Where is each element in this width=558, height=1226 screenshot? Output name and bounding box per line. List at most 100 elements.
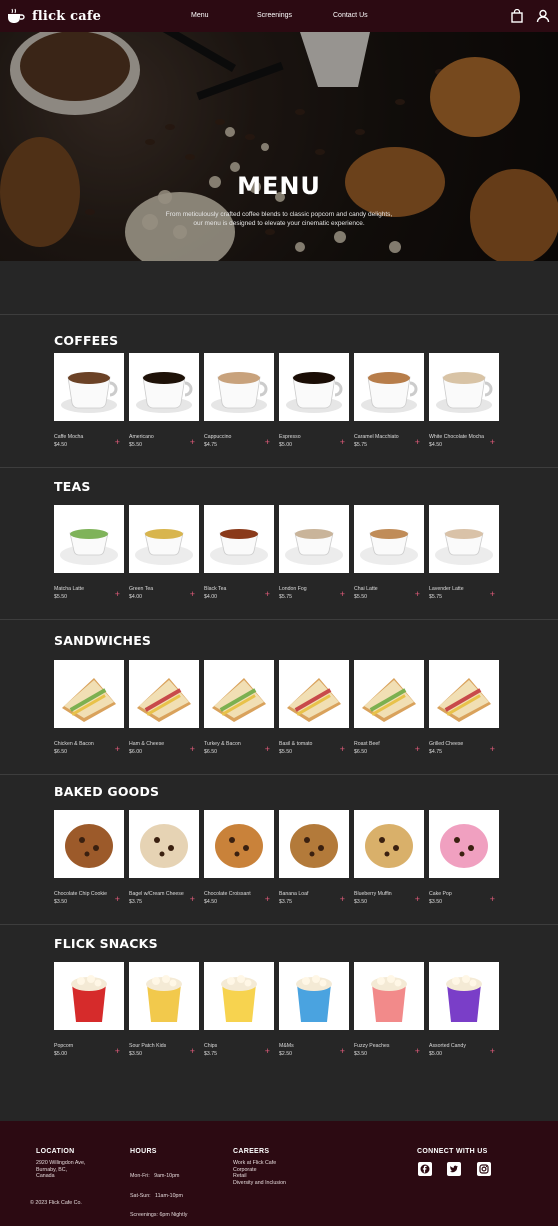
- menu-item-card[interactable]: Caramel Macchiato $5.75 +: [354, 353, 424, 448]
- menu-item-image[interactable]: [129, 505, 199, 573]
- add-to-cart-button[interactable]: +: [265, 895, 270, 904]
- menu-item-image[interactable]: [354, 660, 424, 728]
- add-to-cart-button[interactable]: +: [415, 745, 420, 754]
- twitter-icon[interactable]: [447, 1162, 461, 1176]
- menu-item-card[interactable]: Matcha Latte $5.50 +: [54, 505, 124, 600]
- menu-item-image[interactable]: [354, 962, 424, 1030]
- add-to-cart-button[interactable]: +: [415, 1047, 420, 1056]
- menu-item-image[interactable]: [204, 353, 274, 421]
- add-to-cart-button[interactable]: +: [190, 895, 195, 904]
- footer-careers-link[interactable]: Diversity and Inclusion: [233, 1180, 286, 1187]
- menu-item-card[interactable]: Cappuccino $4.75 +: [204, 353, 274, 448]
- menu-item-image[interactable]: [279, 353, 349, 421]
- brand-logo[interactable]: flick cafe: [6, 8, 101, 24]
- menu-item-card[interactable]: M&Ms $2.50 +: [279, 962, 349, 1057]
- menu-item-image[interactable]: [54, 353, 124, 421]
- add-to-cart-button[interactable]: +: [415, 590, 420, 599]
- menu-item-card[interactable]: Grilled Cheese $4.75 +: [429, 660, 499, 755]
- menu-item-image[interactable]: [129, 962, 199, 1030]
- menu-item-card[interactable]: White Chocolate Mocha $4.50 +: [429, 353, 499, 448]
- menu-item-card[interactable]: Popcorn $5.00 +: [54, 962, 124, 1057]
- add-to-cart-button[interactable]: +: [490, 438, 495, 447]
- menu-item-image[interactable]: [204, 505, 274, 573]
- add-to-cart-button[interactable]: +: [115, 1047, 120, 1056]
- add-to-cart-button[interactable]: +: [340, 438, 345, 447]
- add-to-cart-button[interactable]: +: [265, 745, 270, 754]
- add-to-cart-button[interactable]: +: [265, 1047, 270, 1056]
- menu-item-card[interactable]: Banana Loaf $3.75 +: [279, 810, 349, 905]
- menu-item-card[interactable]: Americano $5.50 +: [129, 353, 199, 448]
- menu-item-card[interactable]: Green Tea $4.00 +: [129, 505, 199, 600]
- menu-item-image[interactable]: [429, 962, 499, 1030]
- add-to-cart-button[interactable]: +: [115, 745, 120, 754]
- menu-item-image[interactable]: [129, 660, 199, 728]
- menu-item-image[interactable]: [279, 962, 349, 1030]
- nav-link-menu[interactable]: Menu: [191, 12, 209, 19]
- menu-item-card[interactable]: Chocolate Chip Cookie $3.50 +: [54, 810, 124, 905]
- add-to-cart-button[interactable]: +: [490, 895, 495, 904]
- add-to-cart-button[interactable]: +: [190, 590, 195, 599]
- menu-item-image[interactable]: [279, 810, 349, 878]
- menu-item-image[interactable]: [279, 660, 349, 728]
- menu-item-card[interactable]: Chai Latte $5.50 +: [354, 505, 424, 600]
- menu-item-card[interactable]: Bagel w/Cream Cheese $3.75 +: [129, 810, 199, 905]
- add-to-cart-button[interactable]: +: [115, 438, 120, 447]
- menu-item-card[interactable]: Chicken & Bacon $6.50 +: [54, 660, 124, 755]
- add-to-cart-button[interactable]: +: [115, 895, 120, 904]
- add-to-cart-button[interactable]: +: [265, 590, 270, 599]
- menu-item-image[interactable]: [429, 505, 499, 573]
- instagram-icon[interactable]: [477, 1162, 491, 1176]
- menu-item-image[interactable]: [354, 810, 424, 878]
- menu-item-image[interactable]: [354, 505, 424, 573]
- add-to-cart-button[interactable]: +: [490, 1047, 495, 1056]
- menu-item-image[interactable]: [54, 962, 124, 1030]
- menu-item-card[interactable]: Assorted Candy $5.00 +: [429, 962, 499, 1057]
- menu-item-image[interactable]: [204, 810, 274, 878]
- menu-item-image[interactable]: [429, 660, 499, 728]
- add-to-cart-button[interactable]: +: [415, 438, 420, 447]
- add-to-cart-button[interactable]: +: [190, 438, 195, 447]
- add-to-cart-button[interactable]: +: [190, 1047, 195, 1056]
- menu-item-card[interactable]: Fuzzy Peaches $3.50 +: [354, 962, 424, 1057]
- add-to-cart-button[interactable]: +: [415, 895, 420, 904]
- menu-item-card[interactable]: Ham & Cheese $6.00 +: [129, 660, 199, 755]
- menu-item-card[interactable]: Caffe Mocha $4.50 +: [54, 353, 124, 448]
- shopping-bag-icon[interactable]: [510, 9, 524, 23]
- menu-item-card[interactable]: Espresso $5.00 +: [279, 353, 349, 448]
- menu-item-image[interactable]: [429, 810, 499, 878]
- menu-item-card[interactable]: Chips $3.75 +: [204, 962, 274, 1057]
- menu-item-card[interactable]: Blueberry Muffin $3.50 +: [354, 810, 424, 905]
- menu-item-image[interactable]: [279, 505, 349, 573]
- add-to-cart-button[interactable]: +: [340, 590, 345, 599]
- add-to-cart-button[interactable]: +: [265, 438, 270, 447]
- menu-item-card[interactable]: Sour Patch Kids $3.50 +: [129, 962, 199, 1057]
- menu-item-card[interactable]: Black Tea $4.00 +: [204, 505, 274, 600]
- menu-item-image[interactable]: [129, 810, 199, 878]
- menu-item-image[interactable]: [204, 962, 274, 1030]
- menu-item-image[interactable]: [204, 660, 274, 728]
- menu-item-card[interactable]: Basil & tomato $5.50 +: [279, 660, 349, 755]
- user-icon[interactable]: [536, 9, 550, 23]
- menu-item-card[interactable]: Roast Beef $6.50 +: [354, 660, 424, 755]
- menu-item-image[interactable]: [54, 660, 124, 728]
- add-to-cart-button[interactable]: +: [340, 1047, 345, 1056]
- menu-item-image[interactable]: [429, 353, 499, 421]
- add-to-cart-button[interactable]: +: [490, 590, 495, 599]
- menu-item-image[interactable]: [129, 353, 199, 421]
- add-to-cart-button[interactable]: +: [490, 745, 495, 754]
- menu-item-card[interactable]: Lavender Latte $5.75 +: [429, 505, 499, 600]
- menu-item-card[interactable]: Chocolate Croissant $4.50 +: [204, 810, 274, 905]
- menu-item-image[interactable]: [54, 505, 124, 573]
- menu-item-card[interactable]: London Fog $5.75 +: [279, 505, 349, 600]
- facebook-icon[interactable]: [418, 1162, 432, 1176]
- nav-link-screenings[interactable]: Screenings: [257, 12, 292, 19]
- add-to-cart-button[interactable]: +: [340, 895, 345, 904]
- nav-link-contact[interactable]: Contact Us: [333, 12, 368, 19]
- menu-item-image[interactable]: [354, 353, 424, 421]
- menu-item-card[interactable]: Cake Pop $3.50 +: [429, 810, 499, 905]
- menu-item-card[interactable]: Turkey & Bacon $6.50 +: [204, 660, 274, 755]
- add-to-cart-button[interactable]: +: [340, 745, 345, 754]
- menu-item-image[interactable]: [54, 810, 124, 878]
- add-to-cart-button[interactable]: +: [115, 590, 120, 599]
- add-to-cart-button[interactable]: +: [190, 745, 195, 754]
